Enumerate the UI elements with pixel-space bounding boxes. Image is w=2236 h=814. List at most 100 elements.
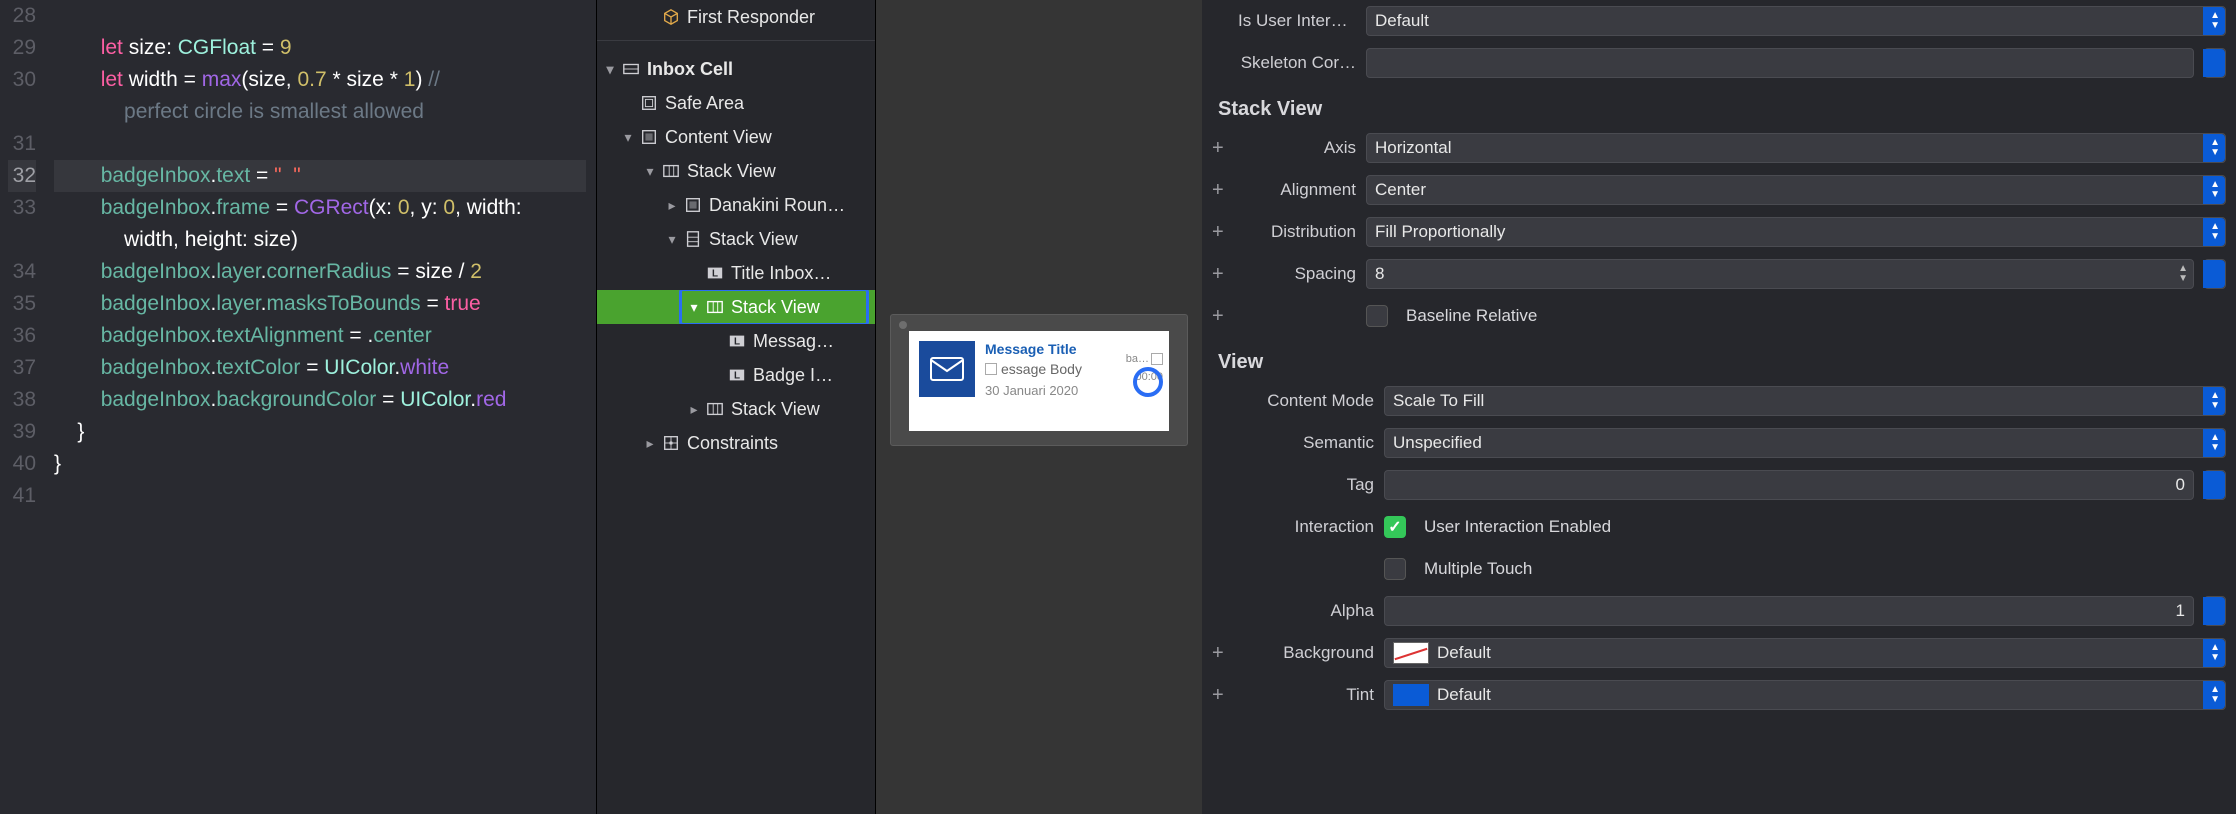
hstack-icon — [705, 297, 725, 317]
checkbox-icon — [1151, 353, 1163, 365]
disclosure-chevron-icon[interactable]: ▾ — [621, 129, 635, 146]
outline-item[interactable]: ▾Inbox Cell — [597, 52, 875, 86]
constraints-icon — [661, 433, 681, 453]
add-attribute-icon[interactable]: + — [1212, 137, 1228, 160]
disclosure-chevron-icon[interactable]: ▾ — [603, 61, 617, 78]
chevron-updown-icon: ▲▼ — [2210, 222, 2220, 242]
content-mode-popup[interactable]: Scale To Fill ▲▼ — [1384, 386, 2226, 416]
user-interaction-popup[interactable]: Default ▲▼ — [1366, 6, 2226, 36]
alpha-label: Alpha — [1238, 601, 1374, 621]
outline-item[interactable]: L Messag… — [597, 324, 875, 358]
message-body: essage Body — [1001, 361, 1082, 377]
outline-item[interactable]: ▾Stack View — [597, 154, 875, 188]
add-attribute-icon[interactable]: + — [1212, 642, 1228, 665]
cell-icon — [621, 59, 641, 79]
tint-label: Tint — [1238, 685, 1374, 705]
code-area[interactable]: let size: CGFloat = 9 let width = max(si… — [44, 0, 596, 814]
label-icon: L — [705, 263, 725, 283]
user-interaction-enabled-label: User Interaction Enabled — [1424, 517, 1611, 537]
skeleton-cor-field[interactable] — [1366, 48, 2194, 78]
spacing-field[interactable]: 8 ▲▼ — [1366, 259, 2194, 289]
outline-item-label: Danakini Roun… — [709, 195, 845, 216]
disclosure-chevron-icon[interactable]: ▸ — [665, 197, 679, 214]
cube-icon — [661, 7, 681, 27]
document-outline[interactable]: First Responder ▾Inbox Cell Safe Area ▾Cont… — [596, 0, 876, 814]
skeleton-cor-row: Skeleton Cor… — [1202, 42, 2236, 84]
alpha-field[interactable]: 1 — [1384, 596, 2194, 626]
inbox-cell-preview[interactable]: Message Title essage Body 30 Januari 202… — [909, 331, 1169, 431]
axis-label: Axis — [1238, 138, 1356, 158]
multiple-touch-checkbox[interactable] — [1384, 558, 1406, 580]
hstack-icon — [661, 161, 681, 181]
outline-item[interactable]: ▸ Danakini Roun… — [597, 188, 875, 222]
stepper[interactable] — [2204, 596, 2226, 626]
outline-item[interactable]: ▾Content View — [597, 120, 875, 154]
user-interaction-enabled-checkbox[interactable] — [1384, 516, 1406, 538]
outline-item-label: Stack View — [731, 297, 820, 318]
attributes-inspector[interactable]: Is User Intera… Default ▲▼ Skeleton Cor…… — [1202, 0, 2236, 814]
add-attribute-icon[interactable]: + — [1212, 305, 1228, 328]
section-header-stackview: Stack View — [1202, 84, 2236, 127]
outline-item-label: Messag… — [753, 331, 834, 352]
distribution-popup[interactable]: Fill Proportionally ▲▼ — [1366, 217, 2226, 247]
disclosure-chevron-icon[interactable]: ▾ — [687, 299, 701, 316]
cell-preview[interactable]: Message Title essage Body 30 Januari 202… — [890, 314, 1188, 446]
checkbox-icon — [985, 363, 997, 375]
chevron-updown-icon: ▲▼ — [2210, 685, 2220, 705]
multiple-touch-label: Multiple Touch — [1424, 559, 1532, 579]
add-attribute-icon[interactable]: + — [1212, 221, 1228, 244]
field-label: Skeleton Cor… — [1238, 53, 1356, 73]
outline-item[interactable]: ▾ Stack View — [597, 290, 875, 324]
disclosure-chevron-icon[interactable]: ▾ — [665, 231, 679, 248]
outline-item[interactable]: L Badge I… — [597, 358, 875, 392]
tag-field[interactable]: 0 — [1384, 470, 2194, 500]
outline-item-label: Badge I… — [753, 365, 833, 386]
svg-text:L: L — [734, 371, 740, 382]
line-gutter: 2829303132333435363738394041 — [0, 0, 44, 814]
semantic-popup[interactable]: Unspecified ▲▼ — [1384, 428, 2226, 458]
axis-popup[interactable]: Horizontal ▲▼ — [1366, 133, 2226, 163]
add-attribute-icon[interactable]: + — [1212, 263, 1228, 286]
badge-text: ba… — [1126, 353, 1149, 365]
add-attribute-icon[interactable]: + — [1212, 179, 1228, 202]
outline-item[interactable]: First Responder — [597, 0, 875, 34]
interface-builder-canvas[interactable]: Message Title essage Body 30 Januari 202… — [876, 0, 1202, 814]
code-editor[interactable]: 2829303132333435363738394041 let size: C… — [0, 0, 596, 814]
close-icon[interactable] — [899, 321, 907, 329]
time-label: 00:00 — [1135, 371, 1163, 383]
disclosure-chevron-icon[interactable]: ▸ — [643, 435, 657, 452]
alignment-popup[interactable]: Center ▲▼ — [1366, 175, 2226, 205]
stepper[interactable] — [2204, 259, 2226, 289]
outline-item[interactable]: ▸Constraints — [597, 426, 875, 460]
background-popup[interactable]: Default ▲▼ — [1384, 638, 2226, 668]
tint-popup[interactable]: Default ▲▼ — [1384, 680, 2226, 710]
view-icon — [683, 195, 703, 215]
xcode-window: 2829303132333435363738394041 let size: C… — [0, 0, 2236, 814]
section-header-view: View — [1202, 337, 2236, 380]
label-icon: L — [727, 331, 747, 351]
chevron-updown-icon: ▲▼ — [2210, 138, 2220, 158]
outline-item[interactable]: ▾Stack View — [597, 222, 875, 256]
label-icon: L — [727, 365, 747, 385]
svg-text:L: L — [734, 337, 740, 348]
mail-icon — [919, 341, 975, 397]
outline-item[interactable]: L Title Inbox… — [597, 256, 875, 290]
stepper[interactable] — [2204, 470, 2226, 500]
semantic-label: Semantic — [1238, 433, 1374, 453]
baseline-relative-checkbox[interactable] — [1366, 305, 1388, 327]
message-date: 30 Januari 2020 — [985, 383, 1165, 398]
chevron-updown-icon: ▲▼ — [2210, 433, 2220, 453]
safearea-icon — [639, 93, 659, 113]
disclosure-chevron-icon[interactable]: ▾ — [643, 163, 657, 180]
disclosure-chevron-icon[interactable]: ▸ — [687, 401, 701, 418]
interaction-label: Interaction — [1238, 517, 1374, 537]
vstack-icon — [683, 229, 703, 249]
add-attribute-icon[interactable]: + — [1212, 684, 1228, 707]
outline-item[interactable]: Safe Area — [597, 86, 875, 120]
outline-item-label: Safe Area — [665, 93, 744, 114]
stepper[interactable] — [2204, 48, 2226, 78]
outline-item-label: Title Inbox… — [731, 263, 831, 284]
user-interaction-row: Is User Intera… Default ▲▼ — [1202, 0, 2236, 42]
outline-item[interactable]: ▸Stack View — [597, 392, 875, 426]
distribution-label: Distribution — [1238, 222, 1356, 242]
